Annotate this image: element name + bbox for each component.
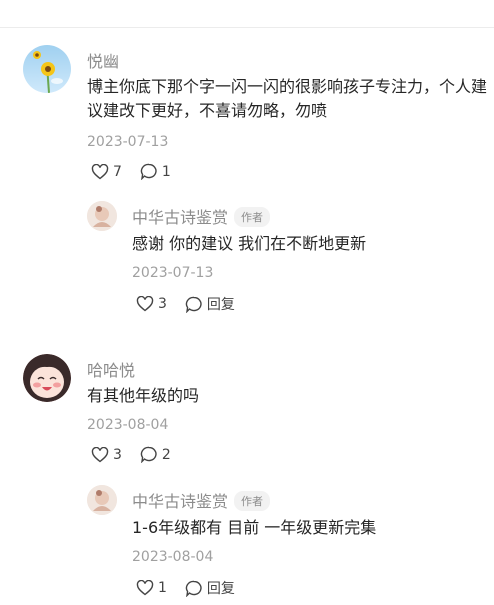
top-divider [0, 27, 494, 28]
girl-avatar-image [23, 354, 71, 402]
heart-icon [91, 163, 109, 179]
comment-bubble-icon [140, 446, 157, 463]
like-button[interactable]: 3 [136, 296, 167, 312]
reply-count: 1 [161, 163, 171, 180]
author-avatar-image [87, 201, 117, 231]
reply-count-button[interactable]: 2 [140, 446, 171, 463]
author-badge: 作者 [234, 206, 271, 227]
author-name[interactable]: 中华古诗鉴赏 [132, 208, 228, 227]
reply-label: 回复 [206, 297, 235, 313]
like-button[interactable]: 7 [91, 163, 122, 180]
sunflower-icon [33, 51, 63, 93]
comment-actions: 3 2 [91, 446, 189, 463]
reply-text: 1-6年级都有 目前 一年级更新完集 [132, 518, 377, 537]
like-button[interactable]: 3 [91, 446, 122, 463]
like-button[interactable]: 1 [136, 580, 167, 596]
comment-bubble-icon [185, 580, 202, 597]
like-count: 3 [113, 446, 122, 463]
heart-icon [136, 296, 154, 312]
comment-text-line: 有其他年级的吗 [87, 386, 200, 405]
reply-actions: 3 回复 [136, 294, 253, 314]
comment-bubble-icon [140, 163, 157, 180]
comment-date: 2023-08-04 [87, 417, 169, 433]
author-name[interactable]: 中华古诗鉴赏 [132, 492, 228, 511]
like-count: 3 [158, 296, 167, 312]
reply-text: 感谢 你的建议 我们在不断地更新 [132, 234, 367, 253]
reply-button[interactable]: 回复 [185, 578, 235, 598]
reply-date: 2023-08-04 [132, 549, 214, 565]
avatar[interactable] [23, 45, 71, 93]
comment-date: 2023-07-13 [87, 134, 169, 150]
heart-icon [91, 446, 109, 462]
author-avatar[interactable] [87, 485, 117, 515]
comment-bubble-icon [185, 296, 202, 313]
reply-username: 中华古诗鉴赏 作者 [132, 488, 271, 513]
reply-actions: 1 回复 [136, 578, 253, 598]
reply-button[interactable]: 回复 [185, 294, 235, 314]
comment-text-line: 博主你底下那个字一闪一闪的很影响孩子专注力，个人建 [87, 77, 488, 96]
like-count: 7 [113, 163, 122, 180]
author-avatar-image [87, 485, 117, 515]
avatar[interactable] [23, 354, 71, 402]
reply-date: 2023-07-13 [132, 265, 214, 281]
comment-username[interactable]: 哈哈悦 [87, 357, 135, 381]
reply-username: 中华古诗鉴赏 作者 [132, 204, 271, 229]
comment-actions: 7 1 [91, 163, 189, 180]
heart-icon [136, 580, 154, 596]
reply-label: 回复 [206, 581, 235, 597]
author-avatar[interactable] [87, 201, 117, 231]
reply-count: 2 [161, 446, 171, 463]
reply-count-button[interactable]: 1 [140, 163, 171, 180]
comment-username[interactable]: 悦幽 [87, 48, 119, 72]
author-badge: 作者 [234, 490, 271, 511]
comment-text-line: 议建改下更好，不喜请勿略，勿喷 [87, 101, 328, 120]
like-count: 1 [158, 580, 167, 596]
